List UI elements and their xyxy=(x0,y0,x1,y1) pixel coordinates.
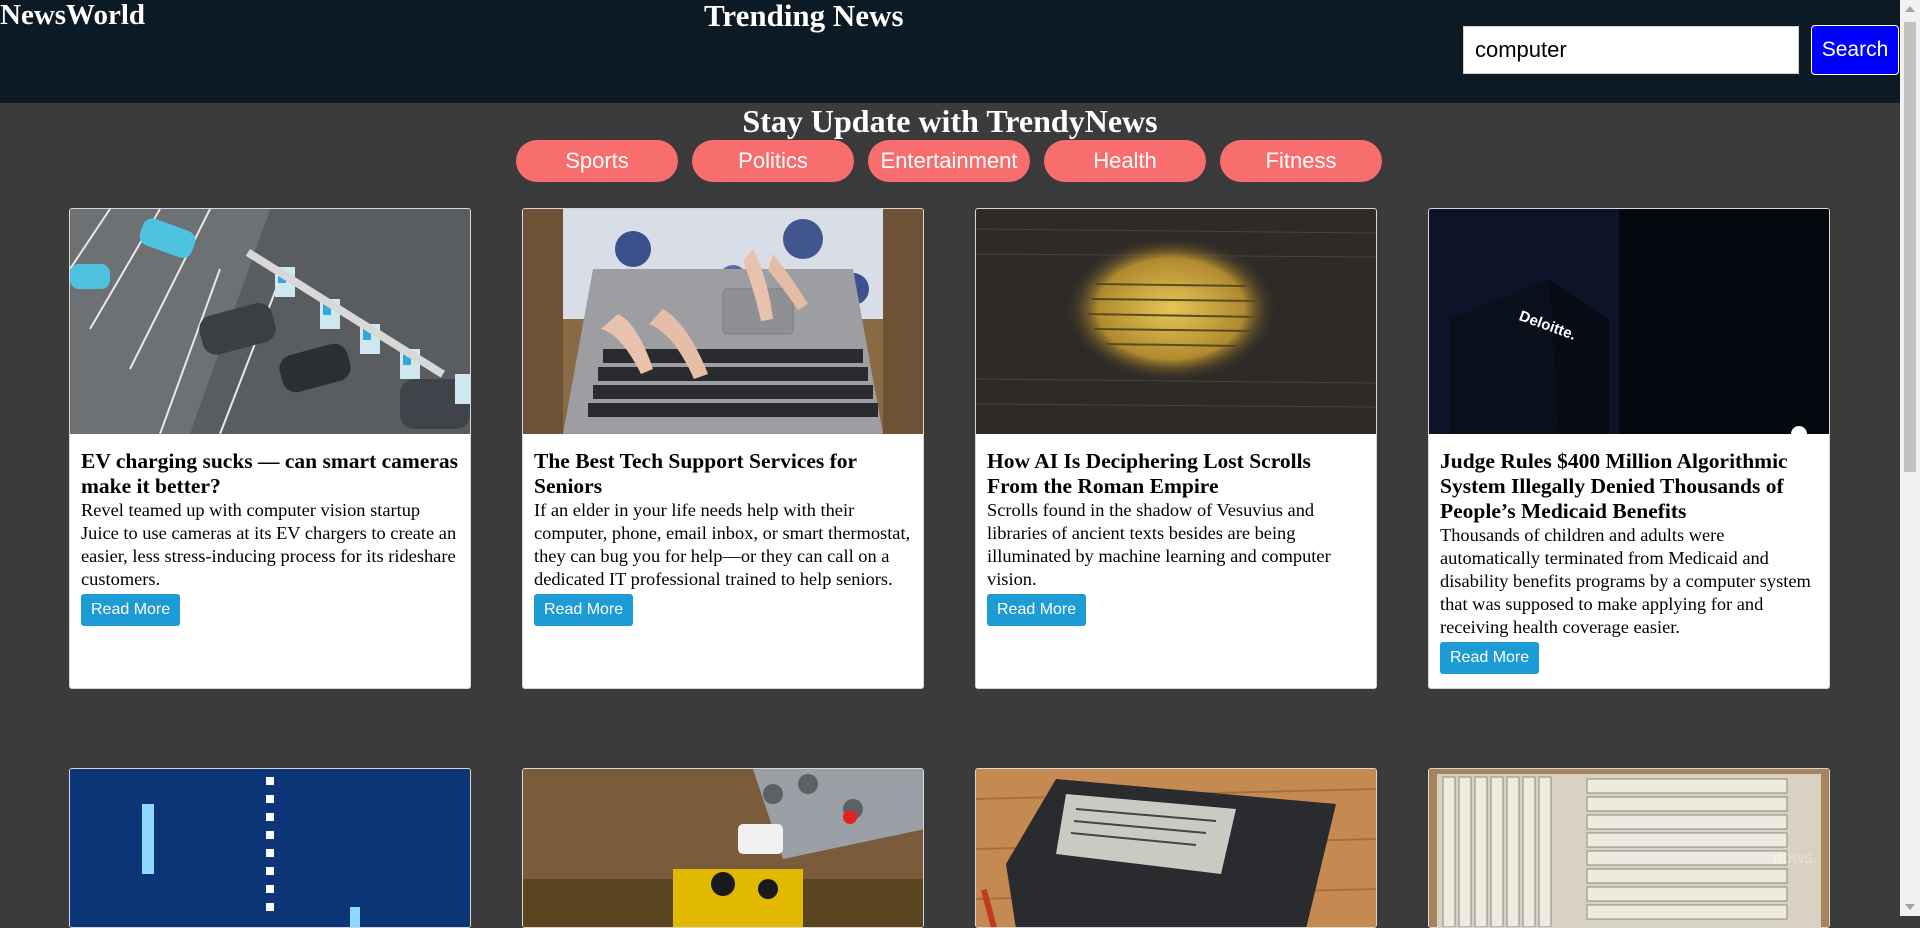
category-sports-button[interactable]: Sports xyxy=(516,140,678,182)
card-body: EV charging sucks — can smart cameras ma… xyxy=(81,449,459,626)
category-politics-button[interactable]: Politics xyxy=(692,140,854,182)
search-input[interactable] xyxy=(1463,26,1799,74)
article-description: Thousands of children and adults were au… xyxy=(1440,525,1811,637)
news-card: How AI Is Deciphering Lost Scrolls From … xyxy=(975,208,1377,689)
read-more-button[interactable]: Read More xyxy=(1440,642,1540,674)
page-title: Trending News xyxy=(704,0,904,33)
article-image-office-building-night: Deloitte. xyxy=(1429,209,1829,434)
search-button[interactable]: Search xyxy=(1811,25,1899,75)
news-card xyxy=(69,768,471,928)
article-description: Revel teamed up with computer vision sta… xyxy=(81,500,457,589)
news-card xyxy=(975,768,1377,928)
news-card xyxy=(1428,768,1830,928)
article-image-ev-parking xyxy=(70,209,470,434)
card-body: Judge Rules $400 Million Algorithmic Sys… xyxy=(1440,449,1818,674)
scroll-up-arrow-icon[interactable] xyxy=(1905,6,1915,12)
article-image-pong-game xyxy=(70,769,470,927)
card-body: The Best Tech Support Services for Senio… xyxy=(534,449,912,626)
read-more-button[interactable]: Read More xyxy=(534,594,634,626)
article-title[interactable]: How AI Is Deciphering Lost Scrolls From … xyxy=(987,449,1365,499)
article-image-tape-archive xyxy=(1429,769,1829,927)
news-card: EV charging sucks — can smart cameras ma… xyxy=(69,208,471,689)
article-image-lego-robot xyxy=(523,769,923,927)
vertical-scrollbar[interactable] xyxy=(1900,0,1920,916)
article-image-scroll-text xyxy=(976,209,1376,434)
scroll-down-arrow-icon[interactable] xyxy=(1905,904,1915,910)
news-card: The Best Tech Support Services for Senio… xyxy=(522,208,924,689)
card-body: How AI Is Deciphering Lost Scrolls From … xyxy=(987,449,1365,626)
news-card: Deloitte. Judge Rules $400 Million Algor… xyxy=(1428,208,1830,689)
tagline-heading: Stay Update with TrendyNews xyxy=(742,103,1158,139)
category-health-button[interactable]: Health xyxy=(1044,140,1206,182)
category-entertainment-button[interactable]: Entertainment xyxy=(868,140,1030,182)
article-title[interactable]: Judge Rules $400 Million Algorithmic Sys… xyxy=(1440,449,1818,524)
top-navbar: NewsWorld Trending News Search xyxy=(0,0,1900,103)
activation-watermark: dows. xyxy=(1773,848,1818,867)
article-description: If an elder in your life needs help with… xyxy=(534,500,911,589)
article-title[interactable]: The Best Tech Support Services for Senio… xyxy=(534,449,912,499)
category-bar: Sports Politics Entertainment Health Fit… xyxy=(516,140,1382,182)
scrollbar-thumb[interactable] xyxy=(1904,22,1916,472)
brand-logo[interactable]: NewsWorld xyxy=(0,0,145,30)
news-card xyxy=(522,768,924,928)
article-description: Scrolls found in the shadow of Vesuvius … xyxy=(987,500,1331,589)
read-more-button[interactable]: Read More xyxy=(81,594,181,626)
category-fitness-button[interactable]: Fitness xyxy=(1220,140,1382,182)
article-image-handheld-computer xyxy=(976,769,1376,927)
read-more-button[interactable]: Read More xyxy=(987,594,1087,626)
article-image-laptop-hands xyxy=(523,209,923,434)
article-title[interactable]: EV charging sucks — can smart cameras ma… xyxy=(81,449,459,499)
